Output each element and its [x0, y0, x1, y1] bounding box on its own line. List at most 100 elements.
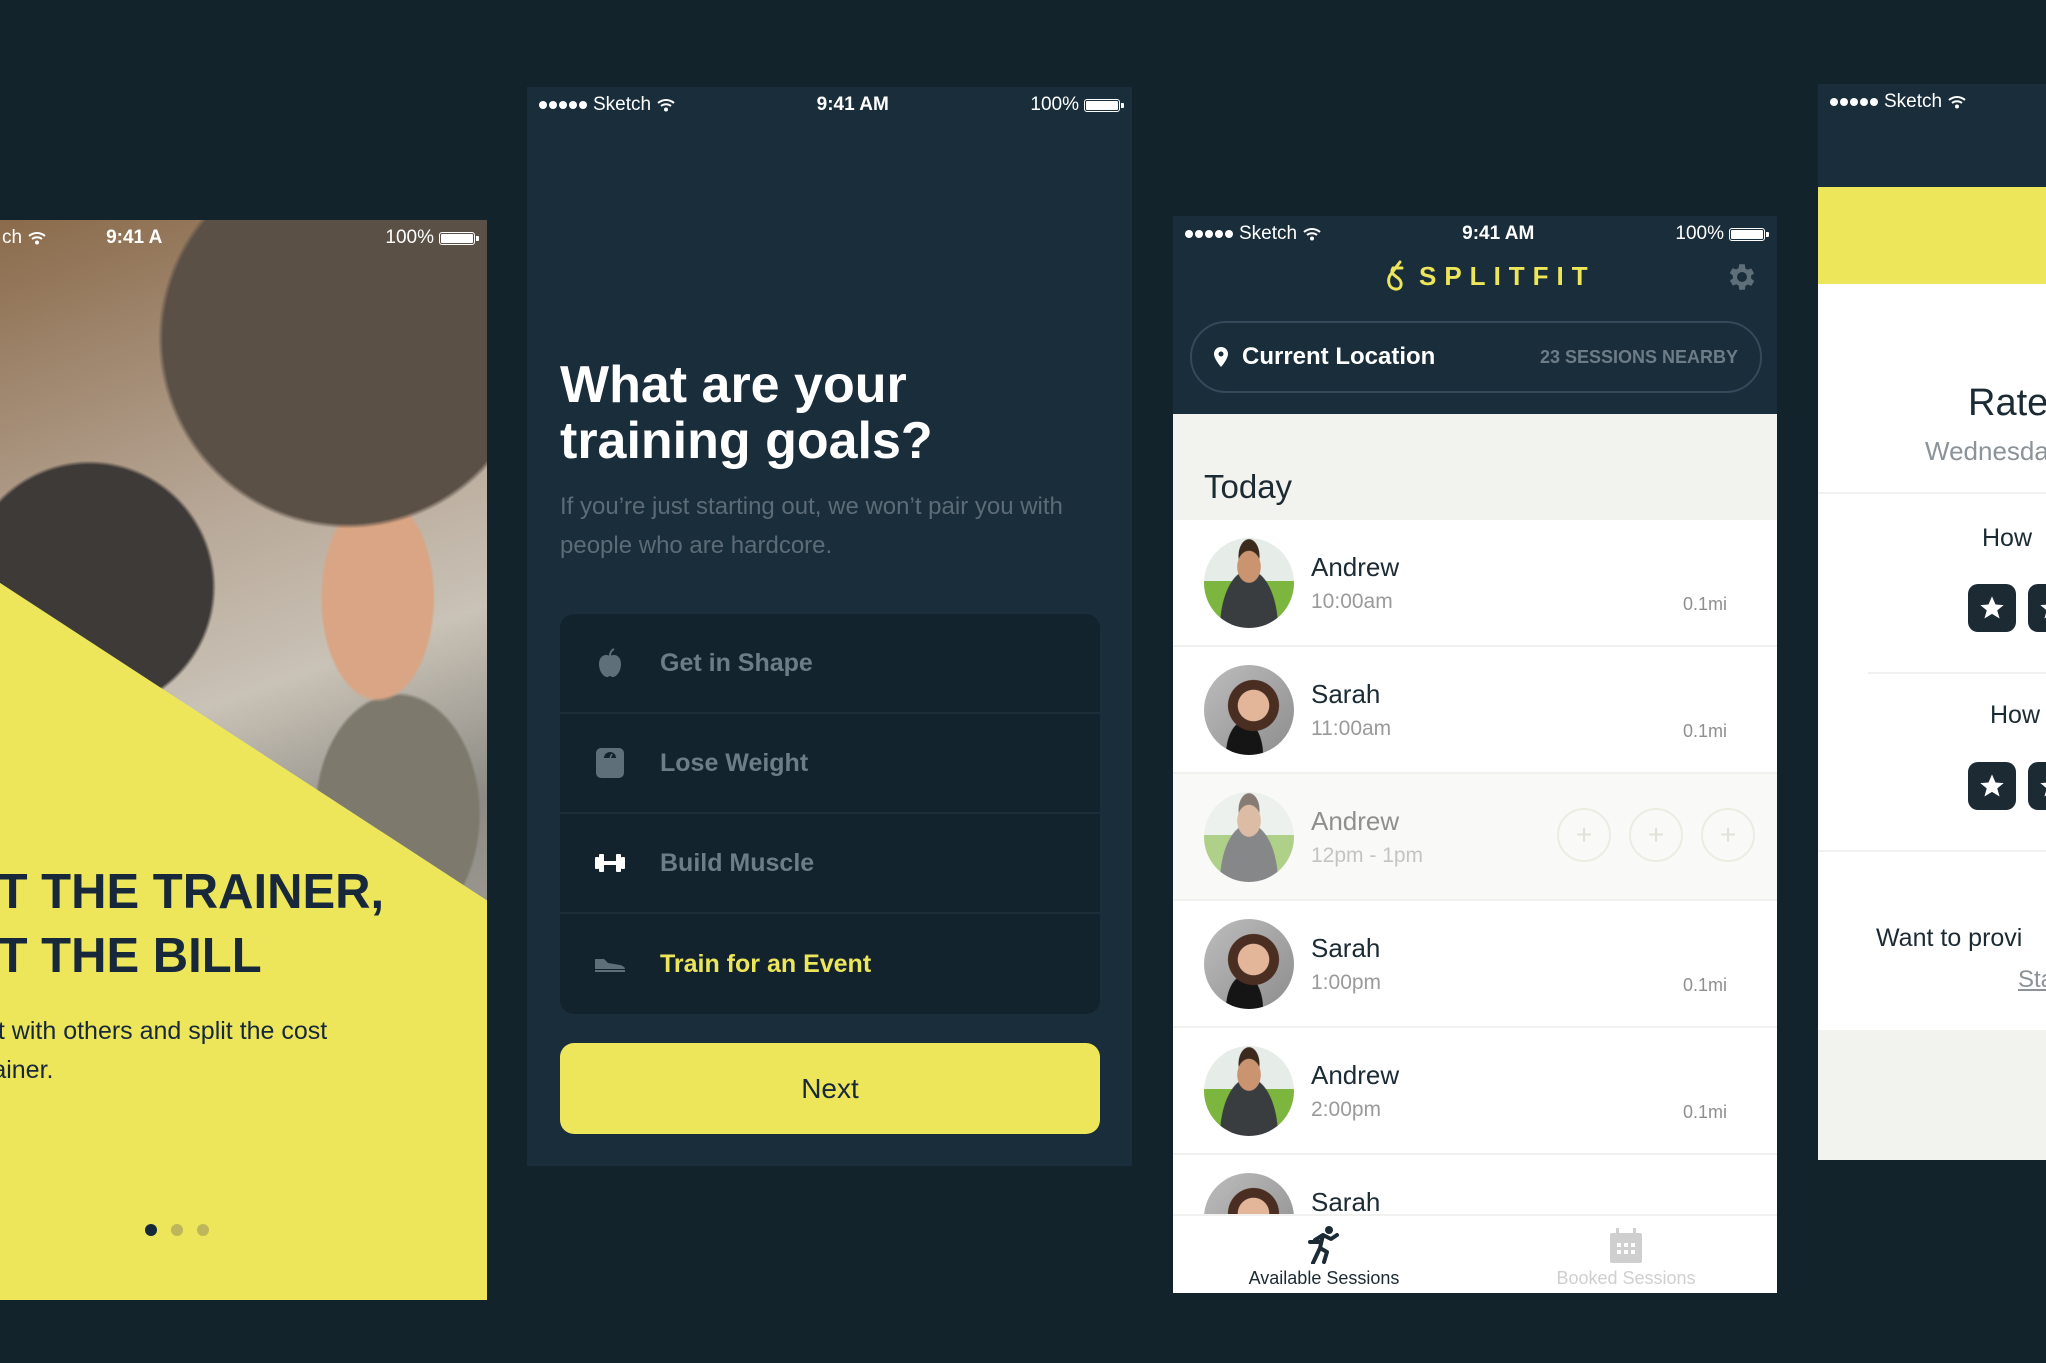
- calendar-icon: [1610, 1228, 1642, 1263]
- page-dot-1[interactable]: [145, 1224, 157, 1236]
- star-button[interactable]: [2028, 762, 2046, 810]
- goal-option-get-in-shape[interactable]: Get in Shape: [560, 614, 1100, 714]
- signal-icon: [1830, 98, 1878, 106]
- clock: 9:41 A: [106, 227, 163, 248]
- goal-option-lose-weight[interactable]: Lose Weight: [560, 714, 1100, 814]
- dumbbell-icon: [594, 847, 626, 879]
- page-dot-2[interactable]: [171, 1224, 183, 1236]
- page-indicator[interactable]: [145, 1224, 209, 1236]
- tab-booked-sessions[interactable]: Booked Sessions: [1475, 1216, 1777, 1293]
- goal-label: Build Muscle: [660, 848, 815, 877]
- gear-icon[interactable]: [1725, 260, 1759, 294]
- session-time: 11:00am: [1311, 717, 1392, 740]
- rating-screen: Sketch Rate Wednesda How How Want to pro…: [1818, 84, 2046, 1160]
- training-goals-screen: Sketch 9:41 AM 100% What are your traini…: [527, 87, 1132, 1166]
- battery-icon: [1083, 98, 1124, 112]
- next-button[interactable]: Next: [560, 1043, 1100, 1134]
- session-time: 2:00pm: [1311, 1098, 1382, 1121]
- title-line-2: training goals?: [560, 412, 933, 470]
- star-rating-2[interactable]: [1968, 762, 2046, 810]
- wifi-icon: [28, 232, 46, 245]
- plus-icon: +: [1575, 819, 1593, 850]
- divider: [1818, 492, 2046, 494]
- star-icon: [2040, 604, 2046, 619]
- onboarding-headline: IT THE TRAINER, IT THE BILL: [0, 860, 487, 988]
- carrier-label: ch: [2, 227, 23, 248]
- apple-icon: [594, 647, 626, 679]
- trainer-name: Andrew: [1311, 1060, 1400, 1090]
- divider: [1868, 672, 2046, 674]
- location-label: Current Location: [1242, 343, 1436, 370]
- avatar: [1204, 1046, 1294, 1136]
- splitfit-logo-icon: [1387, 260, 1404, 291]
- goal-label: Train for an Event: [660, 949, 872, 978]
- session-distance: 0.1mi: [1682, 721, 1727, 741]
- star-rating-1[interactable]: [1968, 584, 2046, 632]
- tab-label: Booked Sessions: [1556, 1268, 1696, 1288]
- session-row[interactable]: Andrew 2:00pm 0.1mi: [1173, 1028, 1777, 1155]
- status-bar: ch 9:41 A 100%: [0, 220, 487, 256]
- plus-icon: +: [1719, 819, 1737, 850]
- avatar: [1204, 665, 1294, 755]
- page-title: What are your training goals?: [560, 357, 933, 469]
- tab-available-sessions[interactable]: Available Sessions: [1173, 1216, 1475, 1293]
- star-icon: [1980, 774, 2004, 797]
- avatar: [1204, 792, 1294, 882]
- rating-question-1: How: [1982, 524, 2033, 552]
- session-row[interactable]: Sarah 1:00pm 0.1mi: [1173, 901, 1777, 1028]
- app-header: Sketch 9:41 AM 100% SPLITFIT Current Loc…: [1173, 216, 1777, 414]
- divider: [1818, 850, 2046, 852]
- avatar: [1204, 538, 1294, 628]
- goal-label: Lose Weight: [660, 748, 809, 777]
- sessions-screen: Sketch 9:41 AM 100% SPLITFIT Current Loc…: [1173, 216, 1777, 1293]
- avatar: [1204, 919, 1294, 1009]
- rating-header: Sketch: [1818, 84, 2046, 187]
- session-time: 10:00am: [1311, 590, 1393, 613]
- tab-bar: Available Sessions Booked Sessions: [1173, 1214, 1777, 1293]
- carrier-label: Sketch: [1239, 223, 1298, 244]
- scale-icon: [594, 747, 626, 779]
- yellow-banner: [1818, 187, 2046, 284]
- brand-logo: SPLITFIT: [1385, 260, 1596, 292]
- star-button[interactable]: [1968, 584, 2016, 632]
- wifi-icon: [1303, 228, 1321, 241]
- session-distance: 0.1mi: [1682, 975, 1727, 995]
- session-distance: 0.1mi: [1682, 594, 1727, 614]
- battery-percent: 100%: [1675, 223, 1724, 244]
- map-pin-icon: [1214, 347, 1228, 367]
- goal-option-build-muscle[interactable]: Build Muscle: [560, 814, 1100, 914]
- rating-title: Rate: [1968, 382, 2046, 424]
- section-title: Today: [1204, 468, 1293, 505]
- feedback-prompt: Want to provi: [1876, 924, 2023, 952]
- page-dot-3[interactable]: [197, 1224, 209, 1236]
- session-row[interactable]: Andrew 10:00am 0.1mi: [1173, 520, 1777, 647]
- session-row[interactable]: Sarah 11:00am 0.1mi: [1173, 647, 1777, 774]
- battery-icon: [439, 231, 479, 245]
- location-selector[interactable]: Current Location 23 SESSIONS NEARBY: [1190, 321, 1762, 393]
- star-button[interactable]: [1968, 762, 2016, 810]
- onboarding-screen: ch 9:41 A 100% IT THE TRAINER, IT THE BI…: [0, 220, 487, 1300]
- goal-option-train-for-event[interactable]: Train for an Event: [560, 914, 1100, 1014]
- tab-label: Available Sessions: [1248, 1268, 1400, 1288]
- status-bar: Sketch 9:41 AM 100%: [1173, 216, 1777, 252]
- wifi-icon: [1948, 96, 1966, 109]
- signal-icon: [1185, 230, 1233, 238]
- rating-footer: [1818, 1030, 2046, 1160]
- trainer-name: Andrew: [1311, 552, 1400, 582]
- clock: 9:41 AM: [816, 94, 889, 115]
- headline-line-2: IT THE BILL: [0, 929, 262, 983]
- session-row-expanded[interactable]: Andrew 12pm - 1pm + + +: [1173, 774, 1777, 901]
- onboarding-subtext: ut with others and split the cost rainer…: [0, 1012, 487, 1090]
- sneaker-icon: [594, 948, 626, 980]
- add-slot-button[interactable]: +: [1629, 808, 1683, 862]
- headline-line-1: IT THE TRAINER,: [0, 865, 385, 919]
- plus-icon: +: [1647, 819, 1665, 850]
- battery-icon: [1728, 227, 1769, 241]
- start-feedback-link[interactable]: Sta: [2018, 966, 2046, 994]
- subtext-line-1: ut with others and split the cost: [0, 1017, 328, 1045]
- add-slot-button[interactable]: +: [1701, 808, 1755, 862]
- star-icon: [1980, 596, 2004, 619]
- star-button[interactable]: [2028, 584, 2046, 632]
- subtext-line-2: rainer.: [0, 1056, 54, 1084]
- add-slot-button[interactable]: +: [1557, 808, 1611, 862]
